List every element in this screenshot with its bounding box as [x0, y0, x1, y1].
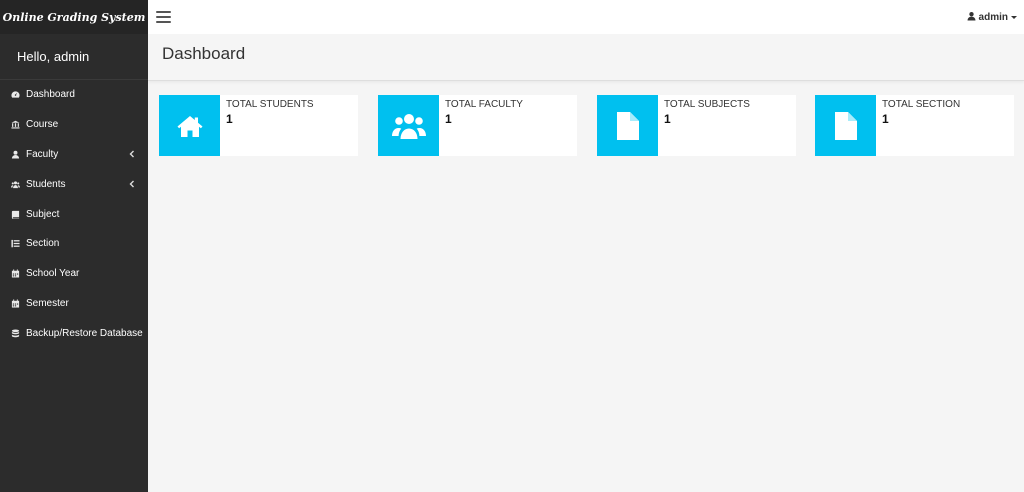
- sidebar-item-course[interactable]: Course: [0, 110, 148, 140]
- users-icon: [10, 179, 20, 189]
- stat-value: 1: [664, 112, 671, 126]
- sidebar-item-label: Section: [26, 238, 60, 250]
- caret-down-icon: [1011, 16, 1017, 19]
- sidebar-item-label: Students: [26, 178, 66, 190]
- sidebar-menu: Dashboard Course Faculty Students Subjec…: [0, 80, 148, 348]
- sidebar-item-section[interactable]: Section: [0, 229, 148, 259]
- sidebar-item-school-year[interactable]: School Year: [0, 259, 148, 289]
- stat-value: 1: [445, 112, 452, 126]
- file-icon: [815, 95, 876, 156]
- sidebar-item-label: Course: [26, 119, 59, 131]
- sidebar-item-subject[interactable]: Subject: [0, 199, 148, 229]
- stat-label: TOTAL FACULTY: [445, 99, 523, 110]
- home-icon: [159, 95, 220, 156]
- stat-value: 1: [226, 112, 233, 126]
- sidebar-item-semester[interactable]: Semester: [0, 289, 148, 319]
- stat-card-section: TOTAL SECTION 1: [815, 95, 1014, 156]
- calendar-icon: [10, 298, 20, 308]
- sidebar-item-label: Dashboard: [26, 89, 75, 101]
- user-icon: [967, 11, 979, 24]
- book-icon: [10, 209, 20, 219]
- menu-toggle-button[interactable]: [156, 11, 171, 23]
- sidebar-item-label: School Year: [26, 268, 80, 280]
- user-greeting: Hello, admin: [0, 34, 148, 80]
- chevron-left-icon[interactable]: [129, 150, 135, 158]
- brand-logo[interactable]: Online Grading System: [0, 0, 148, 34]
- stat-card-subjects: TOTAL SUBJECTS 1: [597, 95, 796, 156]
- user-menu-dropdown[interactable]: admin: [967, 11, 1017, 24]
- sidebar-item-label: Faculty: [26, 148, 59, 160]
- users-icon: [378, 95, 439, 156]
- database-icon: [10, 328, 20, 338]
- sidebar-item-faculty[interactable]: Faculty: [0, 140, 148, 170]
- sidebar: Online Grading System Hello, admin Dashb…: [0, 0, 148, 492]
- sidebar-item-label: Backup/Restore Database: [26, 327, 143, 339]
- stat-label: TOTAL SECTION: [882, 99, 961, 110]
- stat-value: 1: [882, 112, 889, 126]
- user-icon: [10, 149, 20, 159]
- chevron-left-icon[interactable]: [129, 180, 135, 188]
- file-icon: [597, 95, 658, 156]
- sidebar-item-dashboard[interactable]: Dashboard: [0, 80, 148, 110]
- institution-icon: [10, 120, 20, 130]
- dashboard-icon: [10, 90, 20, 100]
- sidebar-item-students[interactable]: Students: [0, 169, 148, 199]
- sidebar-item-label: Subject: [26, 208, 60, 220]
- sidebar-item-label: Semester: [26, 297, 69, 309]
- stat-card-faculty: TOTAL FACULTY 1: [378, 95, 577, 156]
- list-icon: [10, 239, 20, 249]
- stat-card-students: TOTAL STUDENTS 1: [159, 95, 358, 156]
- stat-label: TOTAL STUDENTS: [226, 99, 314, 110]
- topbar: admin: [148, 0, 1024, 34]
- page-header: Dashboard: [148, 34, 1024, 81]
- sidebar-item-backup-restore[interactable]: Backup/Restore Database: [0, 318, 148, 348]
- stat-label: TOTAL SUBJECTS: [664, 99, 750, 110]
- page-title: Dashboard: [162, 44, 246, 63]
- calendar-icon: [10, 269, 20, 279]
- user-menu-label: admin: [978, 12, 1008, 23]
